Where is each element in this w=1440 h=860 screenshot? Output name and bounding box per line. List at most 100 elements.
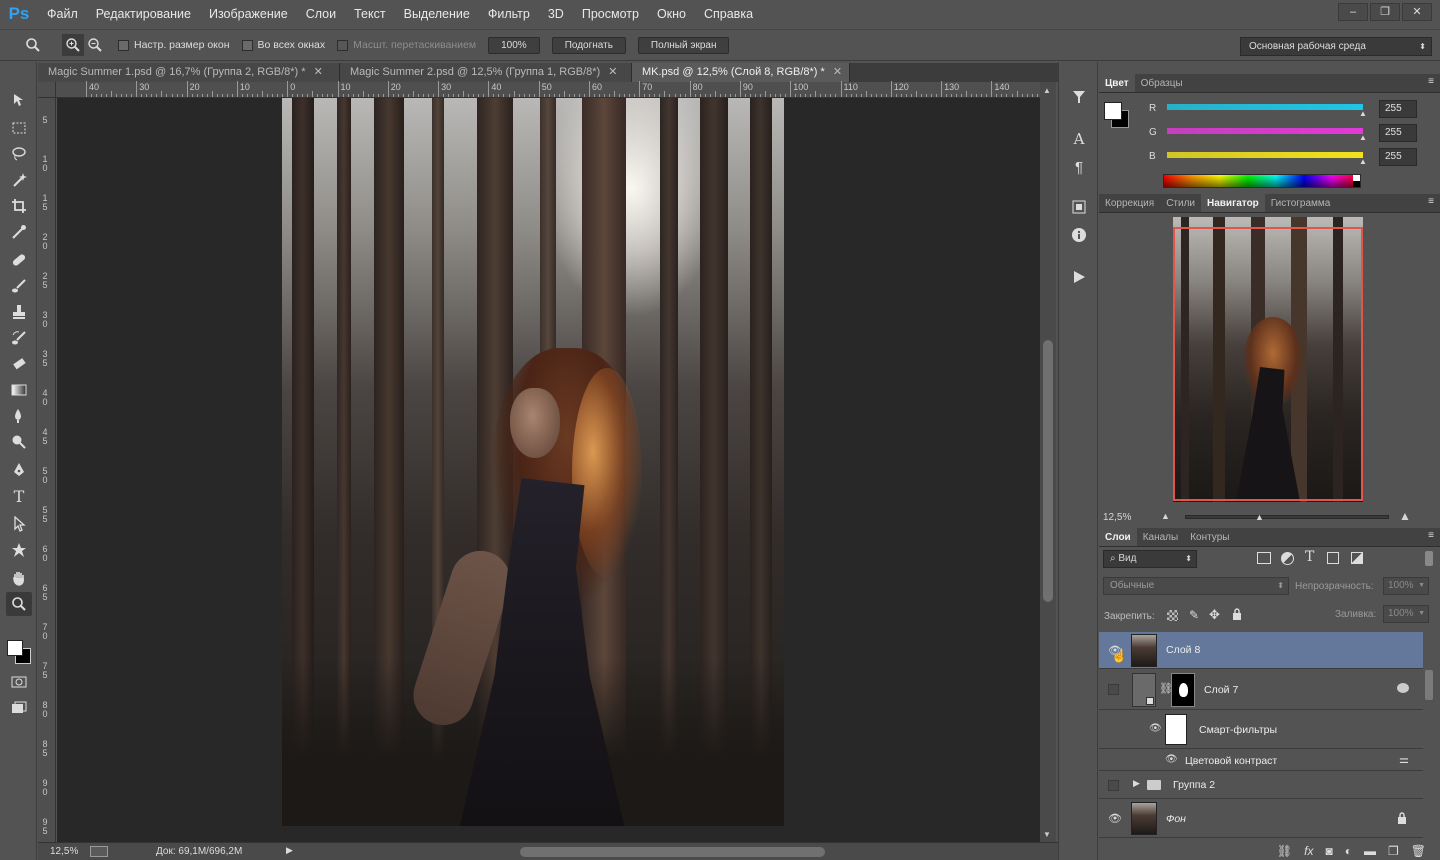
app-logo[interactable]: Ps [0,0,38,28]
pen-tool-icon[interactable] [6,458,32,482]
eraser-tool-icon[interactable] [6,352,32,376]
menu-help[interactable]: Справка [695,0,762,28]
tab-channels[interactable]: Каналы [1137,528,1185,546]
panel-menu-icon[interactable]: ≡ [1428,196,1434,207]
blend-mode-select[interactable]: Обычные ⬍ [1103,577,1289,595]
type-tool-icon[interactable]: T [6,484,32,508]
filter-type-icon[interactable]: T [1305,549,1314,565]
minimize-button[interactable]: – [1338,3,1368,21]
tab-magic-summer-2[interactable]: Magic Summer 2.psd @ 12,5% (Группа 1, RG… [340,63,632,82]
clone-stamp-tool-icon[interactable] [6,300,32,324]
color-spectrum[interactable] [1163,174,1361,188]
visibility-eye-icon[interactable]: 👁 [1149,723,1162,734]
actual-pixels-button[interactable]: 100% [488,36,540,54]
character-icon[interactable]: A [1067,128,1091,150]
eyedropper-tool-icon[interactable] [6,220,32,244]
screen-mode-icon[interactable] [6,696,32,720]
group-2-row[interactable]: ▶ Группа 2 [1099,772,1423,799]
tab-styles[interactable]: Стили [1160,194,1201,212]
expand-triangle-icon[interactable]: ▶ [1133,778,1140,789]
close-window-button[interactable]: ✕ [1402,3,1432,21]
paragraph-icon[interactable]: ¶ [1067,156,1091,178]
layer-name[interactable]: Слой 7 [1204,684,1238,696]
history-brush-tool-icon[interactable] [6,326,32,350]
opacity-field[interactable]: 100% ▼ [1383,577,1429,595]
hand-tool-icon[interactable] [6,566,32,590]
visibility-eye-icon[interactable]: 👁 [1165,754,1178,765]
layer-thumbnail[interactable] [1131,802,1157,835]
document-photo[interactable] [282,98,784,826]
scrubby-zoom-option[interactable]: Масшт. перетаскиванием [337,39,476,51]
path-selection-tool-icon[interactable] [6,512,32,536]
zoom-out-mountain-icon[interactable]: ▲ [1161,511,1170,521]
menu-view[interactable]: Просмотр [573,0,648,28]
zoom-level[interactable]: 12,5% [50,846,78,857]
tab-navigator[interactable]: Навигатор [1201,194,1265,212]
red-value[interactable]: 255 [1379,100,1417,118]
lock-transparent-icon[interactable] [1167,610,1178,621]
vertical-scroll-thumb[interactable] [1043,340,1053,602]
resize-windows-option[interactable]: Настр. размер окон [118,39,230,51]
close-tab-icon[interactable]: ✕ [833,66,842,78]
color-contrast-filter-row[interactable]: 👁 Цветовой контраст ⚌ [1099,750,1423,771]
layer-name[interactable]: Фон [1166,813,1186,825]
scrubby-zoom-checkbox[interactable] [337,39,349,51]
scroll-down-icon[interactable]: ▼ [1043,830,1051,839]
green-value[interactable]: 255 [1379,124,1417,142]
navigator-zoom[interactable]: 12,5% [1103,512,1131,523]
magic-wand-tool-icon[interactable] [6,168,32,192]
move-tool-icon[interactable] [6,88,32,112]
zoom-tool-icon[interactable] [6,592,32,616]
group-name[interactable]: Группа 2 [1173,779,1215,791]
menu-layers[interactable]: Слои [297,0,345,28]
new-adjustment-icon[interactable]: ◐ [1345,844,1352,858]
menu-filter[interactable]: Фильтр [479,0,539,28]
layer-name[interactable]: Слой 8 [1166,644,1200,656]
red-slider[interactable]: R ▲ 255 [1149,100,1439,120]
panel-menu-icon[interactable]: ≡ [1428,530,1434,541]
blue-slider[interactable]: B ▲ 255 [1149,148,1439,168]
fit-screen-button[interactable]: Подогнать [551,36,626,54]
filter-adjustment-icon[interactable] [1281,552,1294,565]
background-layer-row[interactable]: 👁 Фон [1099,800,1423,838]
add-mask-icon[interactable]: ◙ [1326,844,1333,858]
slider-handle-icon[interactable]: ▲ [1359,133,1367,142]
zoom-tool-preset-icon[interactable] [22,34,44,56]
menu-select[interactable]: Выделение [395,0,479,28]
tab-histogram[interactable]: Гистограмма [1265,194,1337,212]
panel-menu-icon[interactable]: ≡ [1428,76,1434,87]
zoom-slider-handle-icon[interactable]: ▲ [1255,512,1264,522]
spectrum-white-black[interactable] [1353,175,1360,187]
fg-color-chip[interactable] [1104,102,1122,120]
green-slider[interactable]: G ▲ 255 [1149,124,1439,144]
tool-presets-icon[interactable] [1067,196,1091,218]
green-track[interactable] [1167,128,1363,134]
new-group-icon[interactable]: ▬ [1364,844,1376,858]
tab-mk[interactable]: MK.psd @ 12,5% (Слой 8, RGB/8*) * ✕ [632,63,850,82]
tab-adjustments[interactable]: Коррекция [1099,194,1160,212]
close-tab-icon[interactable]: ✕ [314,66,323,78]
zoom-in-icon[interactable] [62,34,84,56]
layer-row-sloy-7[interactable]: ⛓ Слой 7 [1099,670,1423,710]
menu-image[interactable]: Изображение [200,0,297,28]
actions-play-icon[interactable] [1067,266,1091,288]
dodge-tool-icon[interactable] [6,430,32,454]
custom-shape-tool-icon[interactable] [6,538,32,562]
tab-magic-summer-1[interactable]: Magic Summer 1.psd @ 16,7% (Группа 2, RG… [38,63,340,82]
vertical-scrollbar[interactable]: ▲ ▼ [1040,82,1056,842]
layer-thumbnail[interactable] [1132,673,1156,707]
healing-brush-tool-icon[interactable] [6,248,32,272]
filter-pixel-icon[interactable] [1257,552,1271,564]
layer-scrollbar[interactable] [1425,670,1433,700]
smart-filter-mask[interactable] [1165,714,1187,745]
filter-options-icon[interactable]: ⚌ [1399,753,1409,766]
layer-mask-thumbnail[interactable] [1171,673,1195,707]
visibility-toggle[interactable] [1108,780,1119,791]
lock-image-icon[interactable]: ✎ [1189,608,1199,622]
zoom-in-mountain-icon[interactable]: ▲ [1399,509,1411,523]
status-arrow-icon[interactable]: ▶ [286,845,293,856]
menu-text[interactable]: Текст [345,0,394,28]
all-windows-checkbox[interactable] [241,39,253,51]
link-layers-icon[interactable]: ⛓ [1277,844,1292,858]
slider-handle-icon[interactable]: ▲ [1359,157,1367,166]
